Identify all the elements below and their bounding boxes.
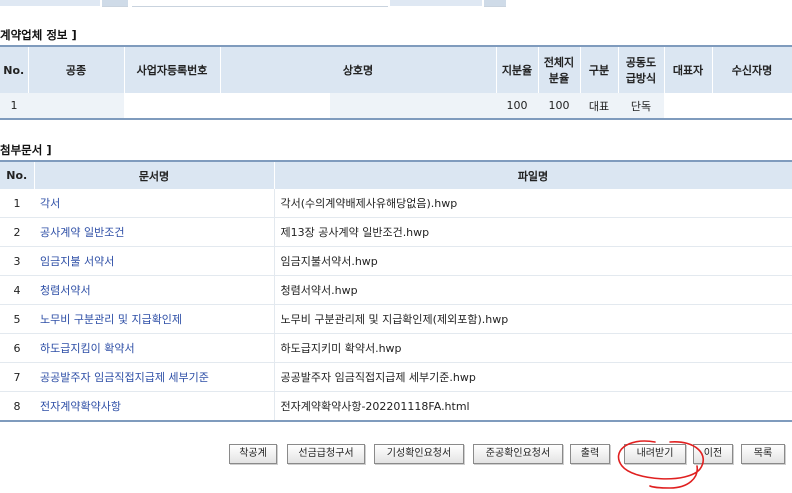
col-no: No. [0,161,35,189]
cell-receiver [712,93,792,120]
attachment-row: 2 공사계약 일반조건 제13장 공사계약 일반조건.hwp [0,217,792,247]
cell-business-number [124,93,220,120]
attachment-row: 5 노무비 구분관리 및 지급확인제 노무비 구분관리제 및 지급확인제(제외포… [0,304,792,334]
cell-representative [664,93,712,120]
download-button[interactable]: 내려받기 [624,444,686,464]
document-link[interactable]: 각서 [34,189,274,218]
file-name: 청렴서약서.hwp [273,275,792,305]
attachment-row: 3 임금지불 서약서 임금지불서약서.hwp [0,246,792,276]
attachment-row: 8 전자계약확약사항 전자계약확약사항-202201118FA.html [0,391,792,422]
col-work-type: 공종 [28,46,125,93]
attachment-row: 4 청렴서약서 청렴서약서.hwp [0,275,792,305]
previous-section-strip [0,0,792,10]
col-category: 구분 [580,46,619,93]
contractor-row: 1 100 100 대표 단독 [0,93,792,120]
attachment-table: No. 문서명 파일명 1 각서 각서(수의계약배제사유해당없음).hwp 2 … [0,160,792,422]
document-link[interactable]: 하도급지킴이 확약서 [34,333,274,363]
cell-company-name [220,93,496,120]
file-name: 임금지불서약서.hwp [273,246,792,276]
cell-category: 대표 [580,93,618,120]
cell-share: 100 [496,93,538,120]
row-no: 4 [0,275,34,305]
file-name: 제13장 공사계약 일반조건.hwp [273,217,792,247]
col-company-name: 상호명 [220,46,497,93]
col-share: 지분율 [496,46,539,93]
row-no: 3 [0,246,34,276]
completion-confirm-button[interactable]: 준공확인요청서 [473,444,563,464]
document-link[interactable]: 전자계약확약사항 [34,391,274,422]
attachment-section-title: 첨부문서 ] [0,143,52,157]
row-no: 5 [0,304,34,334]
progress-confirm-button[interactable]: 기성확인요청서 [374,444,464,464]
document-link[interactable]: 공사계약 일반조건 [34,217,274,247]
list-button[interactable]: 목록 [741,444,785,464]
strip-value-cell [102,0,128,7]
contractor-section-title: 계약업체 정보 ] [0,28,77,42]
attachment-row: 1 각서 각서(수의계약배제사유해당없음).hwp [0,189,792,218]
cell-work-type [28,93,124,120]
attachment-header-row: No. 문서명 파일명 [0,161,792,189]
file-name: 공공발주자 임금직접지급제 세부기준.hwp [273,362,792,392]
contractor-header-row: No. 공종 사업자등록번호 상호명 지분율 전체지 분율 구분 공동도 급방식 대… [0,46,792,93]
cell-no: 1 [0,93,28,120]
action-button-bar: 착공계 선금급청구서 기성확인요청서 준공확인요청서 출력 내려받기 이전 목록 [0,444,792,468]
advance-request-button[interactable]: 선금급청구서 [287,444,365,464]
cell-joint-method: 단독 [618,93,664,120]
file-name: 노무비 구분관리제 및 지급확인제(제외포함).hwp [273,304,792,334]
contractor-table: No. 공종 사업자등록번호 상호명 지분율 전체지 분율 구분 공동도 급방식 대… [0,45,792,120]
attachment-row: 7 공공발주자 임금직접지급제 세부기준 공공발주자 임금직접지급제 세부기준.… [0,362,792,392]
row-no: 6 [0,333,34,363]
cell-total-share: 100 [538,93,580,120]
strip-label-cell [390,0,482,6]
col-receiver: 수신자명 [712,46,792,93]
print-button[interactable]: 출력 [570,444,610,464]
col-joint-method: 공동도 급방식 [618,46,665,93]
row-no: 8 [0,391,34,422]
document-link[interactable]: 공공발주자 임금직접지급제 세부기준 [34,362,274,392]
row-no: 2 [0,217,34,247]
row-no: 1 [0,189,34,218]
col-document-name: 문서명 [34,161,275,189]
strip-value-cell [484,0,506,7]
attachment-row: 6 하도급지킴이 확약서 하도급지키미 확약서.hwp [0,333,792,363]
row-no: 7 [0,362,34,392]
strip-label-cell [0,0,100,6]
col-total-share: 전체지 분율 [538,46,581,93]
file-name: 하도급지키미 확약서.hwp [273,333,792,363]
document-link[interactable]: 임금지불 서약서 [34,246,274,276]
col-business-number: 사업자등록번호 [124,46,221,93]
document-link[interactable]: 청렴서약서 [34,275,274,305]
file-name: 각서(수의계약배제사유해당없음).hwp [273,189,792,218]
col-file-name: 파일명 [274,161,792,189]
previous-button[interactable]: 이전 [693,444,733,464]
strip-blank-cell [132,0,388,7]
col-representative: 대표자 [664,46,713,93]
commencement-button[interactable]: 착공계 [229,444,277,464]
document-link[interactable]: 노무비 구분관리 및 지급확인제 [34,304,274,334]
file-name: 전자계약확약사항-202201118FA.html [273,391,792,422]
col-no: No. [0,46,29,93]
